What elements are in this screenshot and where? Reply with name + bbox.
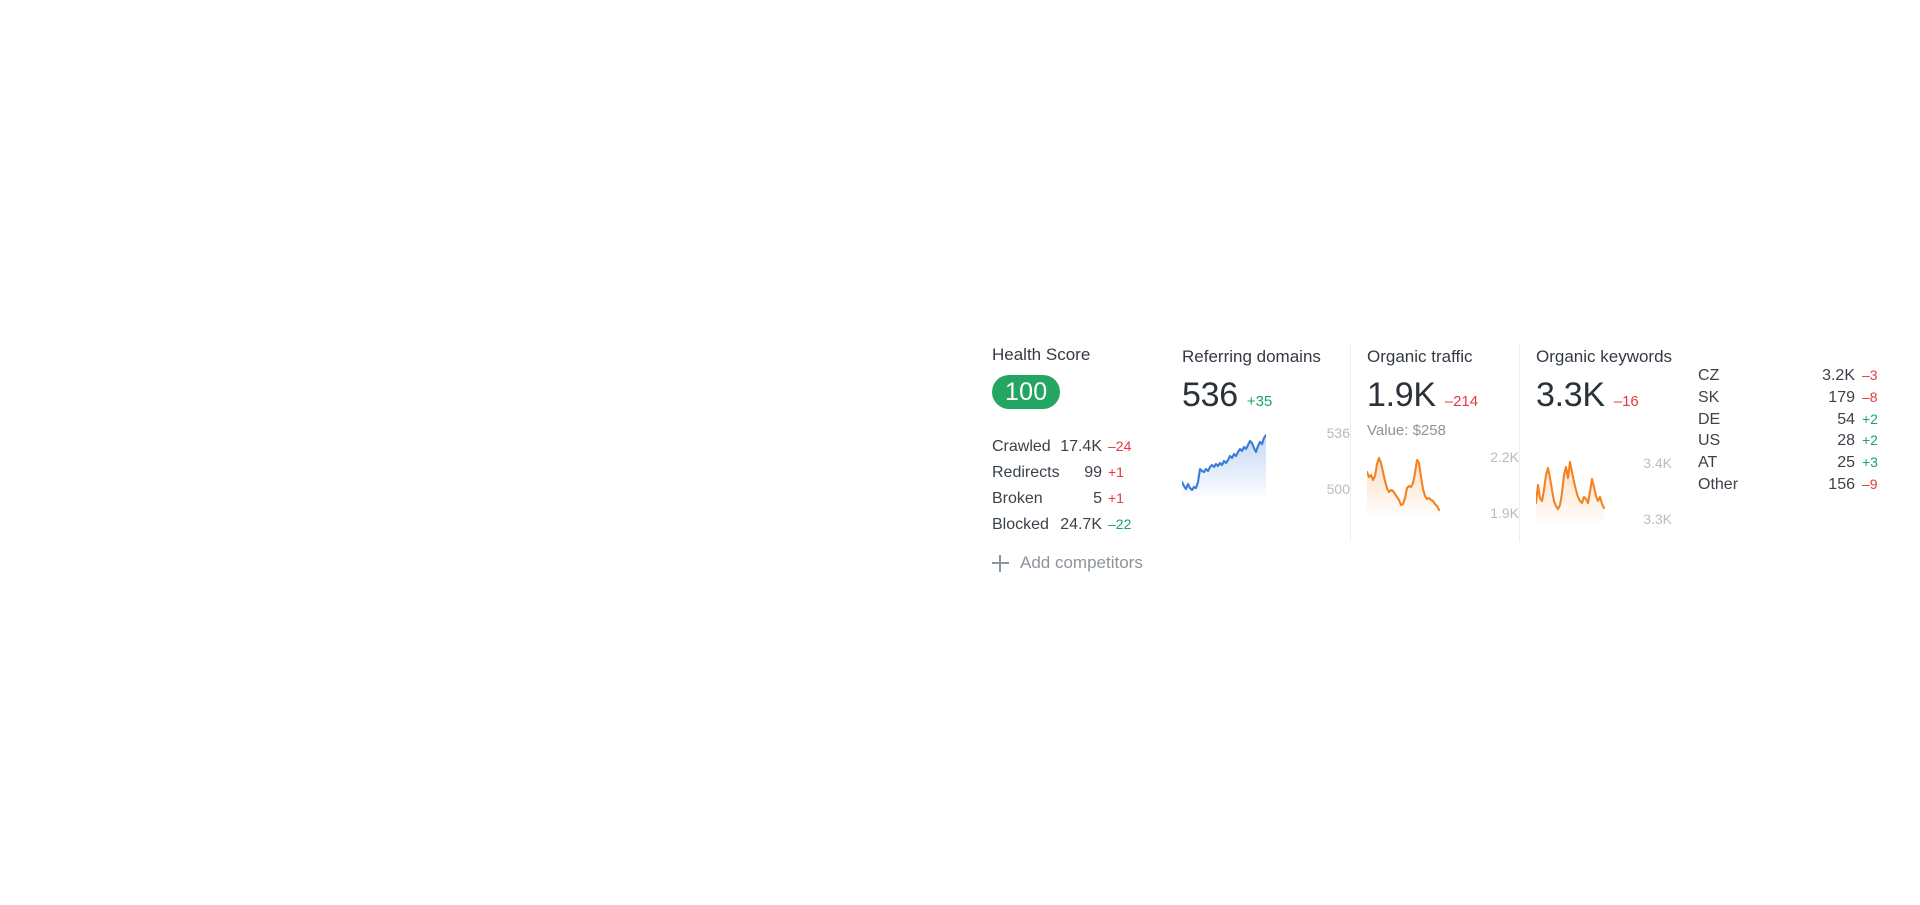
referring-domains-sparkline: 536 500: [1182, 425, 1350, 497]
crawl-stat-value: 24.7K: [1060, 516, 1102, 533]
country-name: SK: [1698, 388, 1720, 406]
health-score-panel: Health Score 100 Crawled 17.4K –24 Redir…: [992, 345, 1182, 572]
country-name: CZ: [1698, 367, 1720, 384]
country-value: 3.2K: [1822, 367, 1855, 384]
organic-traffic-value: 1.9K: [1367, 376, 1436, 414]
organic-traffic-delta: –214: [1444, 393, 1479, 410]
crawl-stat-row: Redirects 99 +1: [992, 464, 1140, 490]
referring-domains-sparkline-svg: [1182, 433, 1266, 495]
country-delta: –8: [1862, 388, 1878, 405]
organic-keywords-value: 3.3K: [1536, 376, 1605, 414]
crawl-stat-delta: –22: [1108, 516, 1132, 532]
organic-traffic-sparkline-svg: [1367, 456, 1441, 517]
table-row: AT 25 +3: [1698, 454, 1888, 476]
referring-domains-axis-high: 536: [1326, 425, 1350, 441]
add-competitors-button[interactable]: Add competitors: [992, 553, 1143, 573]
crawl-stat-value: 5: [1093, 490, 1102, 507]
country-name: AT: [1698, 454, 1718, 472]
organic-traffic-title: Organic traffic: [1367, 347, 1473, 366]
table-row: CZ 3.2K –3: [1698, 367, 1888, 389]
country-name: DE: [1698, 410, 1721, 428]
table-row: US 28 +2: [1698, 432, 1888, 454]
country-value: 179: [1828, 388, 1855, 406]
country-value: 156: [1828, 475, 1855, 493]
organic-keywords-axis-labels: 3.4K 3.3K: [1643, 455, 1672, 527]
organic-traffic-axis-high: 2.2K: [1490, 449, 1519, 465]
country-value: 54: [1837, 410, 1855, 428]
health-score-badge: 100: [992, 375, 1061, 409]
health-score-title: Health Score: [992, 345, 1091, 364]
organic-keywords-sparkline: 3.4K 3.3K: [1536, 455, 1672, 527]
crawl-stat-label: Crawled: [992, 438, 1051, 455]
crawl-stat-label: Broken: [992, 490, 1043, 507]
crawl-stat-row: Blocked 24.7K –22: [992, 516, 1140, 542]
crawl-stat-value: 17.4K: [1060, 438, 1102, 455]
country-delta: –3: [1862, 367, 1878, 383]
country-name: Other: [1698, 475, 1739, 493]
crawl-stat-value: 99: [1084, 464, 1102, 481]
organic-traffic-value-sub: Value: $258: [1367, 422, 1446, 439]
organic-keywords-panel: Organic keywords 3.3K –16 3.4K 3.3K: [1520, 345, 1673, 527]
organic-keywords-title: Organic keywords: [1536, 347, 1673, 366]
crawl-stat-delta: –24: [1108, 438, 1132, 454]
crawl-stat-delta: +1: [1108, 490, 1124, 506]
organic-traffic-axis-labels: 2.2K 1.9K: [1490, 449, 1519, 521]
referring-domains-value-row: 536 +35: [1182, 375, 1350, 415]
referring-domains-title: Referring domains: [1182, 347, 1321, 366]
crawl-stat-row: Crawled 17.4K –24: [992, 438, 1140, 464]
country-delta: –9: [1862, 475, 1878, 492]
table-row: SK 179 –8: [1698, 389, 1888, 411]
country-breakdown-table: CZ 3.2K –3 SK 179 –8 DE 54 +2 US 28 +2 A…: [1698, 345, 1888, 498]
crawl-stat-label: Redirects: [992, 464, 1060, 481]
site-overview-dashboard: Health Score 100 Crawled 17.4K –24 Redir…: [992, 345, 1888, 572]
add-competitors-label: Add competitors: [1020, 553, 1143, 572]
country-value: 28: [1837, 432, 1855, 450]
referring-domains-axis-labels: 536 500: [1327, 425, 1350, 497]
country-delta: +2: [1862, 410, 1878, 427]
organic-keywords-delta: –16: [1613, 393, 1639, 410]
crawl-stat-label: Blocked: [992, 516, 1049, 533]
plus-icon: [992, 554, 1009, 572]
organic-traffic-value-row: 1.9K –214: [1367, 375, 1519, 415]
table-row: DE 54 +2: [1698, 411, 1888, 433]
organic-traffic-panel: Organic traffic 1.9K –214 Value: $258 2.…: [1351, 345, 1519, 521]
referring-domains-value: 536: [1182, 376, 1238, 414]
organic-keywords-axis-high: 3.4K: [1643, 455, 1672, 471]
crawl-stats-list: Crawled 17.4K –24 Redirects 99 +1 Broken…: [992, 438, 1140, 542]
country-delta: +2: [1862, 432, 1878, 449]
referring-domains-delta: +35: [1246, 393, 1273, 410]
organic-keywords-sparkline-svg: [1536, 461, 1606, 523]
referring-domains-axis-low: 500: [1326, 481, 1350, 497]
organic-traffic-axis-low: 1.9K: [1490, 505, 1519, 521]
crawl-stat-row: Broken 5 +1: [992, 490, 1140, 516]
referring-domains-panel: Referring domains 536 +35 536 500: [1182, 345, 1350, 497]
organic-traffic-sparkline: 2.2K 1.9K: [1367, 449, 1519, 521]
organic-keywords-value-row: 3.3K –16: [1536, 375, 1672, 415]
country-delta: +3: [1862, 454, 1878, 471]
country-name: US: [1698, 432, 1721, 450]
table-row: Other 156 –9: [1698, 476, 1888, 498]
crawl-stat-delta: +1: [1108, 464, 1124, 480]
country-value: 25: [1837, 454, 1855, 472]
organic-keywords-axis-low: 3.3K: [1643, 511, 1672, 527]
